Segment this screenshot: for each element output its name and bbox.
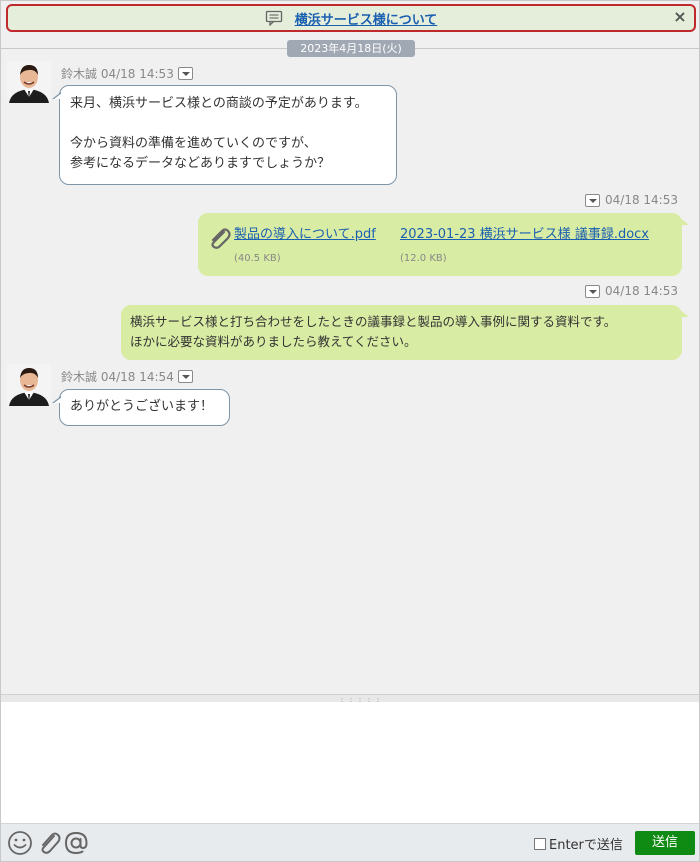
composer-toolbar: Enterで送信 送信: [1, 823, 699, 861]
message-meta: 04/18 14:53: [585, 284, 678, 298]
avatar[interactable]: [7, 364, 51, 406]
message-meta: 鈴木誠 04/18 14:54: [61, 368, 193, 385]
message-time: 04/18 14:53: [100, 66, 174, 81]
message-meta: 04/18 14:53: [585, 193, 678, 207]
message-bubble: 製品の導入について.pdf (40.5 KB) 2023-01-23 横浜サービ…: [198, 213, 689, 276]
sender-name: 鈴木誠: [61, 370, 98, 384]
paperclip-icon: [206, 227, 232, 249]
message-meta: 鈴木誠 04/18 14:53: [61, 65, 193, 82]
file-attachment: 製品の導入について.pdf (40.5 KB): [234, 225, 376, 264]
message-time: 04/18 14:54: [100, 369, 174, 384]
message-line: 参考になるデータなどありますでしょうか？: [70, 156, 331, 171]
resize-splitter[interactable]: ⋮⋮⋮⋮⋮: [1, 694, 699, 706]
message-line: 横浜サービス様と打ち合わせをしたときの議事録と製品の導入事例に関する資料です。: [130, 314, 617, 329]
chevron-down-icon[interactable]: [585, 193, 600, 207]
chat-window: 横浜サービス様について × 2023年4月18日(火) 鈴木誠 04/18 14…: [0, 0, 700, 862]
message-line: 今から資料の準備を進めていくのですが、: [70, 136, 317, 151]
message-line: 来月、横浜サービス様との商談の予定があります。: [70, 96, 368, 111]
sender-name: 鈴木誠: [61, 67, 98, 81]
message-line: ありがとうございます！: [70, 399, 214, 414]
message-time: 04/18 14:53: [605, 284, 678, 298]
enter-to-send-label: Enterで送信: [549, 838, 623, 853]
message-bubble: 来月、横浜サービス様との商談の予定があります。 今から資料の準備を進めていくので…: [52, 85, 397, 185]
at-icon[interactable]: [63, 830, 89, 856]
close-icon[interactable]: ×: [671, 8, 689, 26]
checkbox-box[interactable]: [534, 837, 546, 850]
file-size: (12.0 KB): [400, 253, 447, 264]
message-bubble: ありがとうございます！: [52, 389, 230, 426]
topic-icon: [265, 10, 285, 27]
topic-header: 横浜サービス様について ×: [6, 4, 696, 32]
file-link[interactable]: 2023-01-23 横浜サービス様 議事録.docx: [400, 227, 649, 242]
paperclip-icon[interactable]: [36, 830, 62, 856]
message-bubble: 横浜サービス様と打ち合わせをしたときの議事録と製品の導入事例に関する資料です。 …: [121, 305, 689, 360]
chevron-down-icon[interactable]: [177, 67, 193, 80]
chevron-down-icon[interactable]: [585, 284, 600, 298]
file-attachment: 2023-01-23 横浜サービス様 議事録.docx (12.0 KB): [400, 225, 649, 264]
send-button[interactable]: 送信: [635, 831, 695, 855]
message-line: [70, 114, 386, 134]
enter-to-send-checkbox[interactable]: Enterで送信: [534, 834, 623, 853]
chevron-down-icon[interactable]: [177, 370, 193, 383]
file-link[interactable]: 製品の導入について.pdf: [234, 227, 376, 242]
message-time: 04/18 14:53: [605, 193, 678, 207]
avatar[interactable]: [7, 61, 51, 103]
date-divider: 2023年4月18日(火): [287, 40, 415, 57]
message-input[interactable]: [1, 702, 699, 823]
file-size: (40.5 KB): [234, 253, 281, 264]
topic-title-link[interactable]: 横浜サービス様について: [295, 9, 438, 28]
emoji-icon[interactable]: [7, 830, 33, 856]
message-line: ほかに必要な資料がありましたら教えてください。: [130, 334, 417, 349]
